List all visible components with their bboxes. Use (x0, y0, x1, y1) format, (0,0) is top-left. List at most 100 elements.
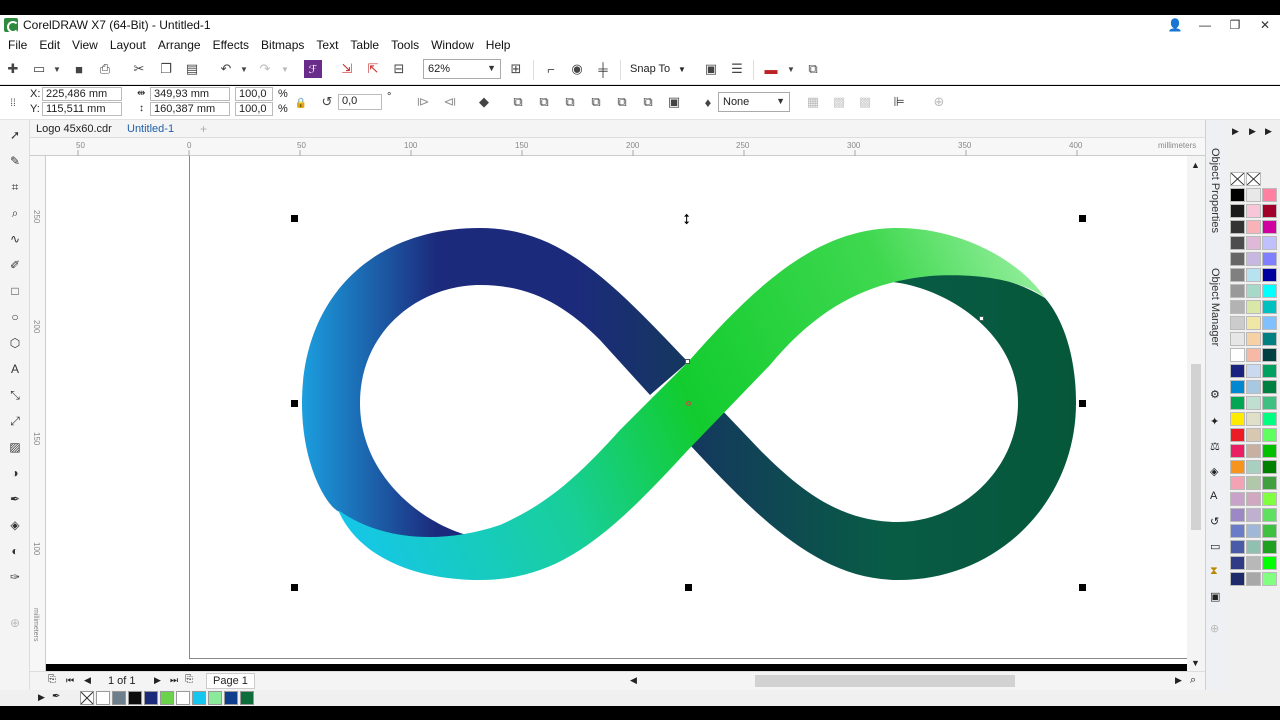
docker-object-properties[interactable]: Object Properties (1209, 148, 1221, 233)
menu-view[interactable]: View (66, 38, 104, 52)
new-document-icon[interactable]: ✚ (4, 60, 22, 78)
document-color-swatch[interactable] (160, 691, 174, 705)
application-launcher-icon[interactable]: ▬ (762, 60, 780, 78)
text-wrap-icon[interactable]: ▦ (804, 93, 822, 111)
redo-icon[interactable]: ↷ (256, 60, 274, 78)
mirror-horizontal-icon[interactable]: ⧐ (414, 93, 432, 111)
document-color-swatch[interactable] (96, 691, 110, 705)
export-icon[interactable]: ⇱ (364, 60, 382, 78)
document-color-swatch[interactable] (176, 691, 190, 705)
chevron-down-icon[interactable]: ▼ (678, 65, 686, 74)
lock-ratio-icon[interactable]: 🔒 (292, 94, 310, 112)
docker-icon[interactable]: ⚖ (1210, 440, 1220, 453)
document-color-swatch[interactable] (192, 691, 206, 705)
color-swatch[interactable] (1262, 460, 1277, 474)
docker-icon[interactable]: ▣ (1210, 590, 1220, 603)
color-swatch[interactable] (1246, 460, 1261, 474)
color-swatch[interactable] (1246, 380, 1261, 394)
page-options-icon[interactable]: ⎘ (48, 674, 56, 685)
color-swatch[interactable] (1230, 236, 1245, 250)
to-front-icon[interactable]: ▩ (830, 93, 848, 111)
horizontal-scroll-thumb[interactable] (755, 675, 1015, 687)
document-color-swatch[interactable] (240, 691, 254, 705)
scroll-left-icon[interactable]: ◀ (630, 675, 637, 686)
add-page-icon[interactable]: ⎘ (185, 674, 193, 685)
color-swatch[interactable] (1262, 444, 1277, 458)
node-marker[interactable] (979, 316, 984, 321)
color-swatch[interactable] (1230, 508, 1245, 522)
zoom-icon[interactable]: ⌕ (1190, 674, 1196, 687)
docker-icon[interactable]: A (1210, 490, 1217, 502)
crop-tool-icon[interactable]: ⌗ (6, 178, 24, 196)
object-height-field[interactable]: 160,387 mm (150, 102, 230, 116)
menu-file[interactable]: File (2, 38, 33, 52)
color-swatch[interactable] (1230, 556, 1245, 570)
color-swatch[interactable] (1246, 300, 1261, 314)
snap-to-button[interactable]: Snap To (630, 63, 670, 75)
scale-height-field[interactable]: 100,0 (235, 102, 273, 116)
color-swatch[interactable] (1230, 540, 1245, 554)
color-swatch[interactable] (1230, 316, 1245, 330)
add-icon[interactable]: ⊕ (930, 93, 948, 111)
color-swatch[interactable] (1246, 412, 1261, 426)
palette-scroll-icon[interactable]: ▶ (1232, 126, 1239, 137)
node-marker[interactable] (685, 359, 690, 364)
no-color-swatch[interactable] (1230, 172, 1245, 186)
color-swatch[interactable] (1230, 428, 1245, 442)
polygon-tool-icon[interactable]: ⬡ (6, 334, 24, 352)
color-swatch[interactable] (1230, 300, 1245, 314)
tab-logo-document[interactable]: Logo 45x60.cdr (30, 122, 118, 138)
document-color-swatch[interactable] (224, 691, 238, 705)
color-swatch[interactable] (1262, 220, 1277, 234)
color-swatch[interactable] (1230, 364, 1245, 378)
color-swatch[interactable] (1230, 412, 1245, 426)
rectangle-tool-icon[interactable]: □ (6, 282, 24, 300)
weld-icon[interactable]: ⧉ (509, 93, 527, 111)
align-distribute-icon[interactable]: ⊫ (890, 93, 908, 111)
print-icon[interactable]: ⎙ (96, 60, 114, 78)
simplify-icon[interactable]: ⧉ (587, 93, 605, 111)
color-swatch[interactable] (1246, 348, 1261, 362)
rotation-angle-field[interactable]: 0,0 (338, 94, 382, 110)
trim-icon[interactable]: ⧉ (535, 93, 553, 111)
undo-icon[interactable]: ↶ (217, 60, 235, 78)
color-swatch[interactable] (1262, 476, 1277, 490)
color-swatch[interactable] (1262, 380, 1277, 394)
no-color-swatch[interactable] (80, 691, 94, 705)
freehand-tool-icon[interactable]: ∿ (6, 230, 24, 248)
menu-arrange[interactable]: Arrange (152, 38, 207, 52)
to-back-icon[interactable]: ▩ (856, 93, 874, 111)
first-page-icon[interactable]: ⏮ (66, 675, 74, 686)
text-tool-icon[interactable]: A (6, 360, 24, 378)
color-swatch[interactable] (1230, 444, 1245, 458)
color-swatch[interactable] (1230, 524, 1245, 538)
alignment-guides-icon[interactable]: ☰ (728, 60, 746, 78)
palette-scroll-icon[interactable]: ▶ (1265, 126, 1272, 137)
docker-icon[interactable]: ◈ (1210, 465, 1218, 478)
color-swatch[interactable] (1246, 540, 1261, 554)
color-swatch[interactable] (1262, 332, 1277, 346)
import-icon[interactable]: ⇲ (338, 60, 356, 78)
color-swatch[interactable] (1246, 396, 1261, 410)
color-swatch[interactable] (1230, 252, 1245, 266)
back-minus-front-icon[interactable]: ⧉ (639, 93, 657, 111)
docker-icon[interactable]: ✦ (1210, 415, 1219, 428)
options-icon[interactable]: ▣ (702, 60, 720, 78)
color-swatch[interactable] (1246, 556, 1261, 570)
color-swatch[interactable] (1246, 524, 1261, 538)
menu-text[interactable]: Text (310, 38, 344, 52)
show-grid-icon[interactable]: ◉ (568, 60, 586, 78)
color-swatch[interactable] (1230, 332, 1245, 346)
close-button[interactable]: ✕ (1250, 15, 1280, 35)
full-screen-preview-icon[interactable]: ⊞ (507, 60, 525, 78)
scroll-up-icon[interactable]: ▲ (1191, 160, 1200, 170)
color-swatch[interactable] (1230, 396, 1245, 410)
color-swatch[interactable] (1262, 396, 1277, 410)
save-icon[interactable]: ■ (70, 60, 88, 78)
color-swatch[interactable] (1262, 316, 1277, 330)
color-swatch[interactable] (1262, 252, 1277, 266)
color-swatch[interactable] (1262, 572, 1277, 586)
docker-icon[interactable]: ▭ (1210, 540, 1220, 553)
smart-fill-icon[interactable]: ◐ (6, 542, 24, 560)
color-swatch[interactable] (1246, 364, 1261, 378)
